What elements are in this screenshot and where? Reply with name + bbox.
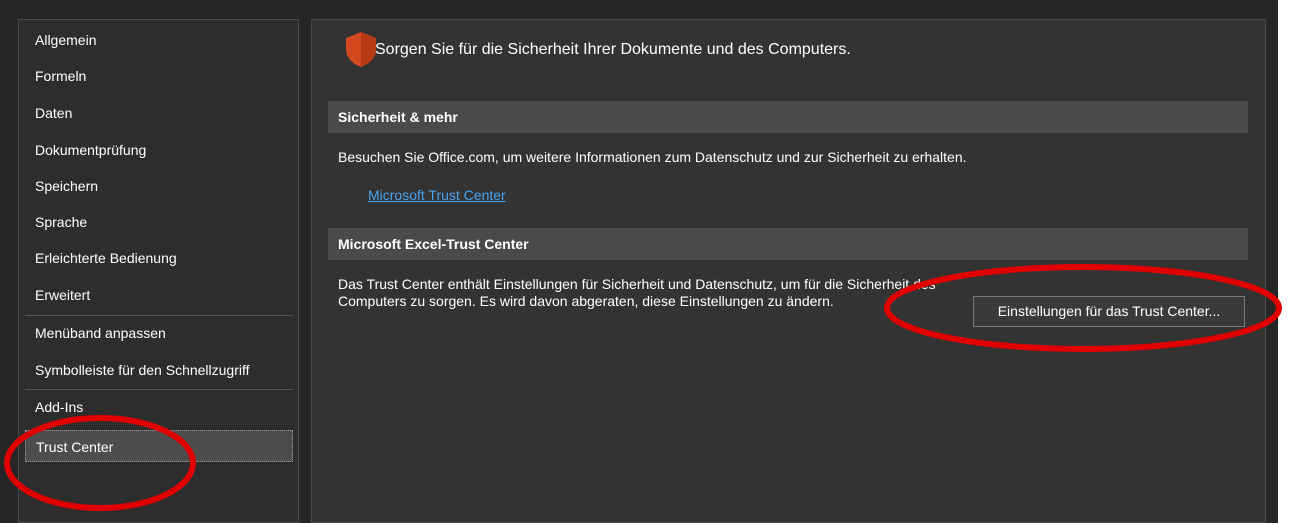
excel-options-window: Allgemein Formeln Daten Dokumentprüfung … xyxy=(0,0,1278,523)
options-sidebar: Allgemein Formeln Daten Dokumentprüfung … xyxy=(18,19,299,523)
sidebar-item-menueband-anpassen[interactable]: Menüband anpassen xyxy=(25,317,293,349)
options-content-panel: Sorgen Sie für die Sicherheit Ihrer Doku… xyxy=(311,19,1266,523)
sidebar-item-speichern[interactable]: Speichern xyxy=(25,170,293,202)
sidebar-item-add-ins[interactable]: Add-Ins xyxy=(25,391,293,423)
sidebar-item-sprache[interactable]: Sprache xyxy=(25,206,293,238)
sidebar-divider xyxy=(25,315,293,316)
section-header-trust-center: Microsoft Excel-Trust Center xyxy=(328,228,1248,260)
sidebar-item-trust-center[interactable]: Trust Center xyxy=(25,430,293,462)
sidebar-item-erweitert[interactable]: Erweitert xyxy=(25,279,293,311)
shield-icon xyxy=(346,32,376,67)
microsoft-trust-center-link[interactable]: Microsoft Trust Center xyxy=(368,187,506,203)
security-info-text: Besuchen Sie Office.com, um weitere Info… xyxy=(338,149,967,165)
sidebar-item-dokumentpruefung[interactable]: Dokumentprüfung xyxy=(25,134,293,166)
sidebar-item-allgemein[interactable]: Allgemein xyxy=(25,24,293,56)
section-header-security: Sicherheit & mehr xyxy=(328,101,1248,133)
sidebar-item-symbolleiste[interactable]: Symbolleiste für den Schnellzugriff xyxy=(25,354,293,386)
trust-center-settings-button[interactable]: Einstellungen für das Trust Center... xyxy=(973,296,1245,327)
page-title: Sorgen Sie für die Sicherheit Ihrer Doku… xyxy=(375,41,851,58)
sidebar-item-erleichterte-bedienung[interactable]: Erleichterte Bedienung xyxy=(25,242,293,274)
sidebar-divider xyxy=(25,389,293,390)
trust-center-description: Das Trust Center enthält Einstellungen f… xyxy=(338,276,936,309)
sidebar-item-daten[interactable]: Daten xyxy=(25,97,293,129)
sidebar-item-formeln[interactable]: Formeln xyxy=(25,60,293,92)
